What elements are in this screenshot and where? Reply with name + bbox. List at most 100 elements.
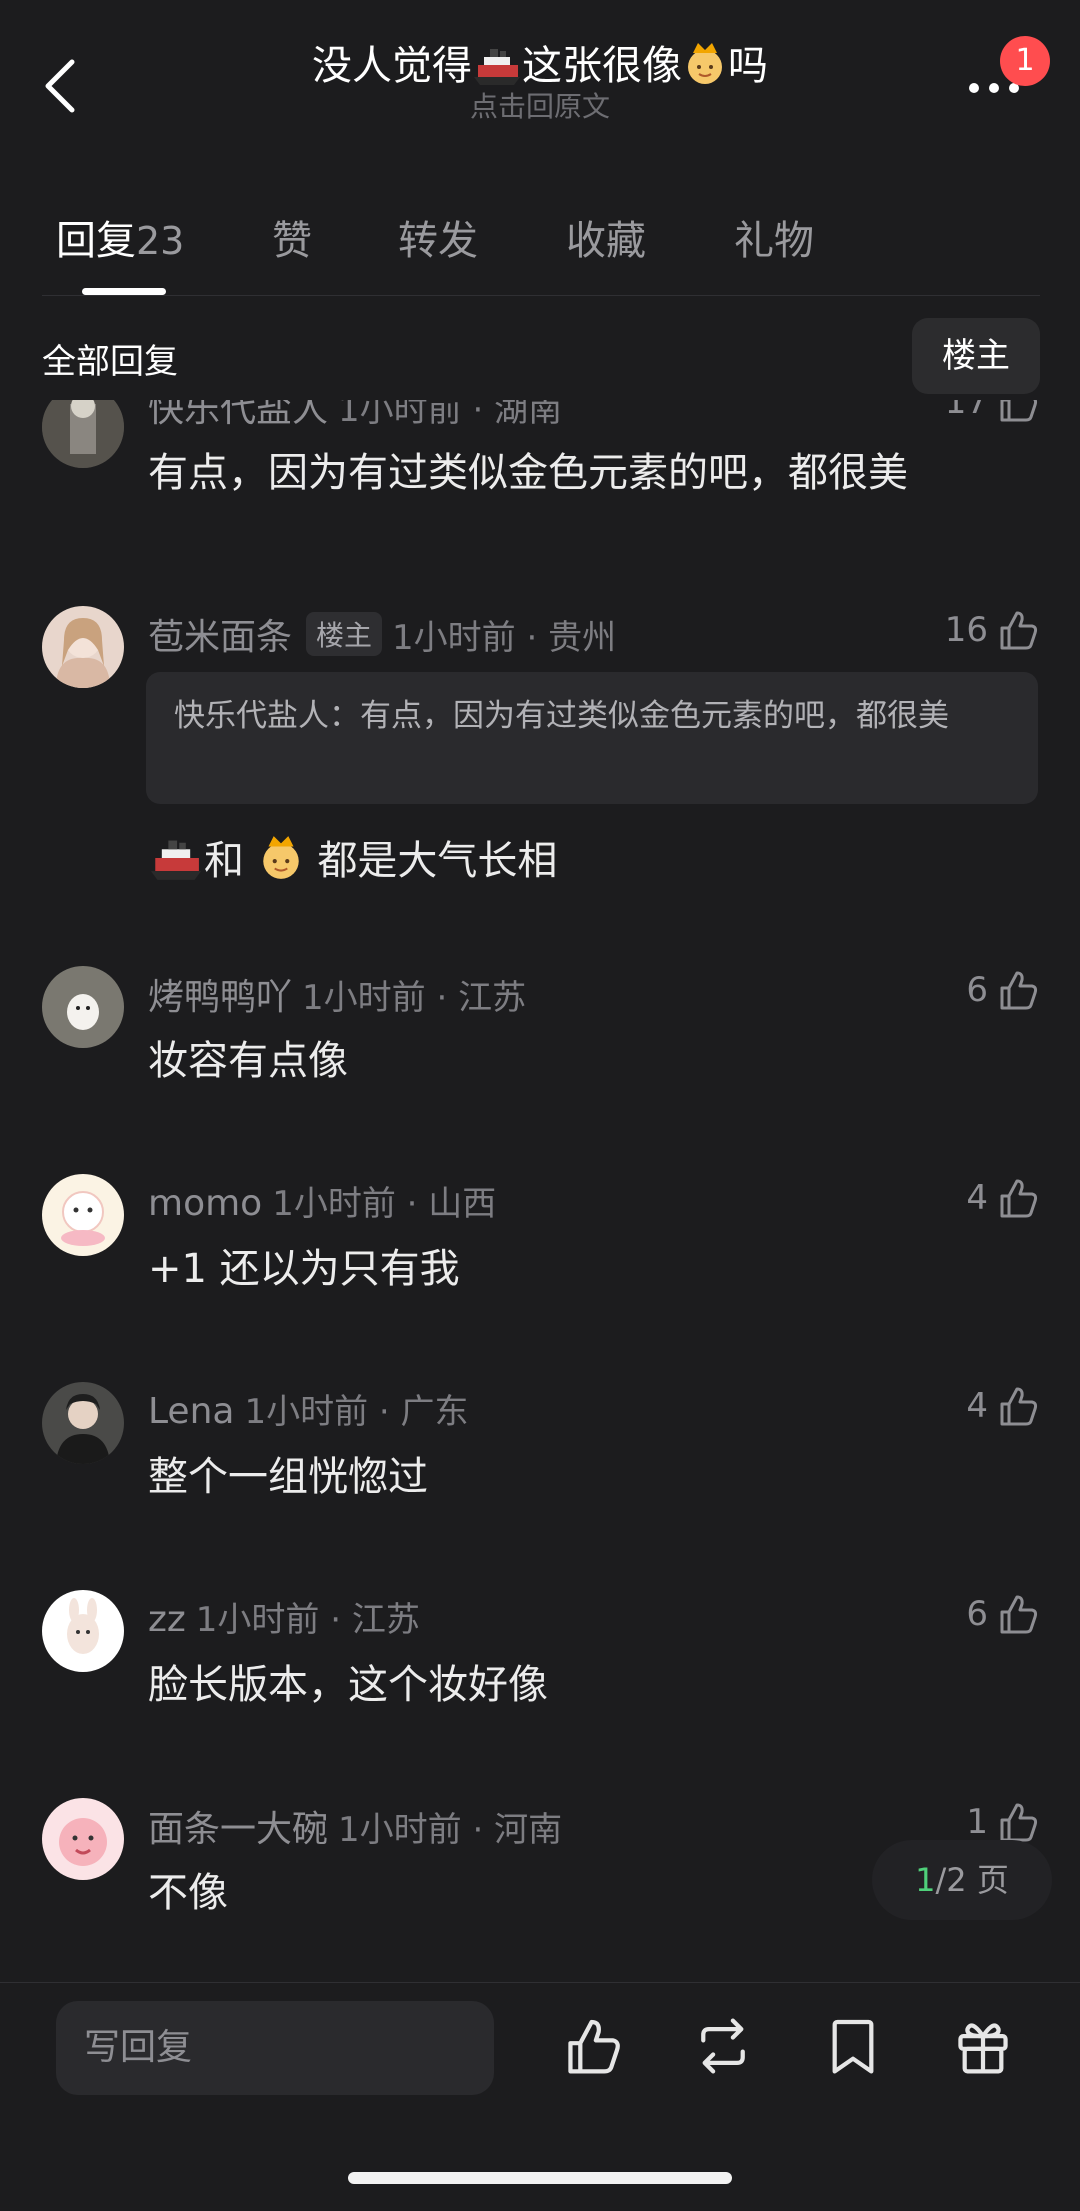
comment-item[interactable]: momo 1小时前 · 山西 4 +1 还以为只有我 [0, 1174, 1080, 1314]
notification-badge: 1 [1000, 36, 1050, 86]
like-control[interactable]: 17 [945, 400, 1040, 424]
thumbs-up-icon [1000, 611, 1038, 650]
title-part1: 没人觉得 [312, 43, 472, 89]
comment-meta: momo 1小时前 · 山西 [148, 1176, 496, 1225]
tab-likes[interactable]: 赞 [272, 208, 312, 266]
username[interactable]: 烤鸭鸭吖 [148, 977, 292, 1018]
thumbs-up-icon [1000, 1595, 1038, 1634]
comment-text: 和 都是大气长相 [148, 828, 557, 886]
timestamp-location: 1小时前 · 广东 [244, 1392, 469, 1432]
timestamp-location: 1小时前 · 河南 [338, 1810, 563, 1850]
like-count: 4 [966, 1386, 988, 1426]
ship-emoji-icon [474, 49, 520, 85]
comment-item[interactable]: 烤鸭鸭吖 1小时前 · 江苏 6 妆容有点像 [0, 966, 1080, 1106]
top-bar: 没人觉得 这张很像 吗 点击回原文 1 [0, 0, 1080, 150]
gift-icon[interactable] [952, 2015, 1014, 2077]
filter-bar: 全部回复 楼主 [0, 318, 1080, 398]
avatar[interactable] [42, 1174, 124, 1256]
all-replies-label[interactable]: 全部回复 [42, 334, 178, 383]
like-count: 4 [966, 1178, 988, 1218]
like-control[interactable]: 4 [966, 1384, 1040, 1428]
page-title: 没人觉得 这张很像 吗 [200, 38, 880, 94]
comment-text: 不像 [148, 1870, 228, 1916]
thumbs-up-icon [1000, 1179, 1038, 1218]
comment-text: +1 还以为只有我 [148, 1246, 460, 1292]
op-only-button[interactable]: 楼主 [912, 318, 1040, 394]
comment-item[interactable]: 苞米面条 楼主 1小时前 · 贵州 16 快乐代盐人：有点，因为有过类似金色元素的吧… [0, 606, 1080, 884]
current-page: 1 [915, 1861, 936, 1899]
quoted-reply[interactable]: 快乐代盐人：有点，因为有过类似金色元素的吧，都很美 [146, 672, 1038, 804]
op-badge: 楼主 [306, 612, 383, 656]
page-indicator[interactable]: 1/2 页 [872, 1840, 1052, 1920]
comment-item[interactable]: zz 1小时前 · 江苏 6 脸长版本，这个妆好像 [0, 1590, 1080, 1730]
comment-item[interactable]: Lena 1小时前 · 广东 4 整个一组恍惚过 [0, 1382, 1080, 1522]
avatar[interactable] [42, 606, 124, 688]
username[interactable]: 面条一大碗 [148, 1809, 328, 1850]
comment-meta: 快乐代盐人 1小时前 · 湖南 [148, 400, 562, 432]
total-pages: /2 页 [935, 1861, 1009, 1899]
username[interactable]: zz [148, 1599, 186, 1640]
comment-text: 脸长版本，这个妆好像 [148, 1662, 548, 1708]
thumbs-up-icon [1000, 971, 1038, 1010]
comment-meta: zz 1小时前 · 江苏 [148, 1592, 420, 1641]
tab-bar: 回复23 赞 转发 收藏 礼物 [0, 186, 1080, 296]
comment-text: 整个一组恍惚过 [148, 1454, 428, 1500]
reply-input[interactable]: 写回复 [56, 2001, 494, 2095]
avatar[interactable] [42, 1590, 124, 1672]
timestamp-location: 1小时前 · 江苏 [302, 978, 527, 1018]
princess-emoji-icon [688, 43, 722, 84]
avatar[interactable] [42, 1798, 124, 1880]
view-original-link[interactable]: 点击回原文 [200, 90, 880, 124]
avatar[interactable] [42, 1382, 124, 1464]
thumbs-up-icon [1000, 1387, 1038, 1426]
username[interactable]: momo [148, 1183, 262, 1224]
like-control[interactable]: 6 [966, 968, 1040, 1012]
reply-count: 23 [136, 219, 185, 263]
back-arrow-icon[interactable] [40, 56, 84, 116]
thumbs-up-icon [1000, 1803, 1038, 1842]
like-control[interactable]: 4 [966, 1176, 1040, 1220]
thumbs-up-icon[interactable] [562, 2015, 624, 2077]
divider [42, 295, 1040, 296]
comment-text: 有点，因为有过类似金色元素的吧，都很美 [148, 450, 908, 496]
like-count: 6 [966, 970, 988, 1010]
comment-meta: 烤鸭鸭吖 1小时前 · 江苏 [148, 968, 526, 1020]
avatar[interactable] [42, 400, 124, 468]
thumbs-up-icon [1000, 400, 1038, 422]
tab-favorites[interactable]: 收藏 [566, 208, 646, 266]
tab-replies[interactable]: 回复23 [56, 208, 184, 266]
username[interactable]: 苞米面条 [148, 617, 292, 658]
active-tab-indicator [82, 288, 166, 295]
title-part2: 这张很像 [522, 43, 682, 89]
comment-meta: 苞米面条 楼主 1小时前 · 贵州 [148, 608, 616, 660]
home-indicator [348, 2172, 732, 2184]
comment-item[interactable]: 快乐代盐人 1小时前 · 湖南 17 有点，因为有过类似金色元素的吧，都很美 [0, 400, 1080, 548]
username[interactable]: 快乐代盐人 [148, 400, 328, 430]
comment-text-mid: 和 [204, 838, 244, 884]
timestamp-location: 1小时前 · 江苏 [195, 1600, 420, 1640]
like-control[interactable]: 16 [945, 608, 1040, 652]
tab-label: 回复 [56, 218, 136, 264]
comment-meta: 面条一大碗 1小时前 · 河南 [148, 1800, 562, 1852]
comment-meta: Lena 1小时前 · 广东 [148, 1384, 469, 1433]
ship-emoji-icon [150, 840, 202, 880]
like-control[interactable]: 6 [966, 1592, 1040, 1636]
timestamp-location: 1小时前 · 山西 [272, 1184, 497, 1224]
avatar[interactable] [42, 966, 124, 1048]
bookmark-icon[interactable] [822, 2015, 884, 2077]
repost-icon[interactable] [692, 2015, 754, 2077]
like-count: 1 [966, 1802, 988, 1842]
like-control[interactable]: 1 [966, 1800, 1040, 1844]
timestamp-location: 1小时前 · 贵州 [392, 618, 617, 658]
like-count: 17 [944, 400, 988, 422]
username[interactable]: Lena [148, 1391, 234, 1432]
title-block[interactable]: 没人觉得 这张很像 吗 点击回原文 [200, 38, 880, 124]
comment-list: 快乐代盐人 1小时前 · 湖南 17 有点，因为有过类似金色元素的吧，都很美 苞米… [0, 400, 1080, 1980]
tab-gifts[interactable]: 礼物 [734, 208, 814, 266]
tab-reposts[interactable]: 转发 [398, 208, 478, 266]
like-count: 6 [966, 1594, 988, 1634]
timestamp-location: 1小时前 · 湖南 [338, 400, 563, 430]
title-part3: 吗 [728, 43, 768, 89]
princess-emoji-icon [262, 836, 299, 879]
like-count: 16 [944, 610, 988, 650]
